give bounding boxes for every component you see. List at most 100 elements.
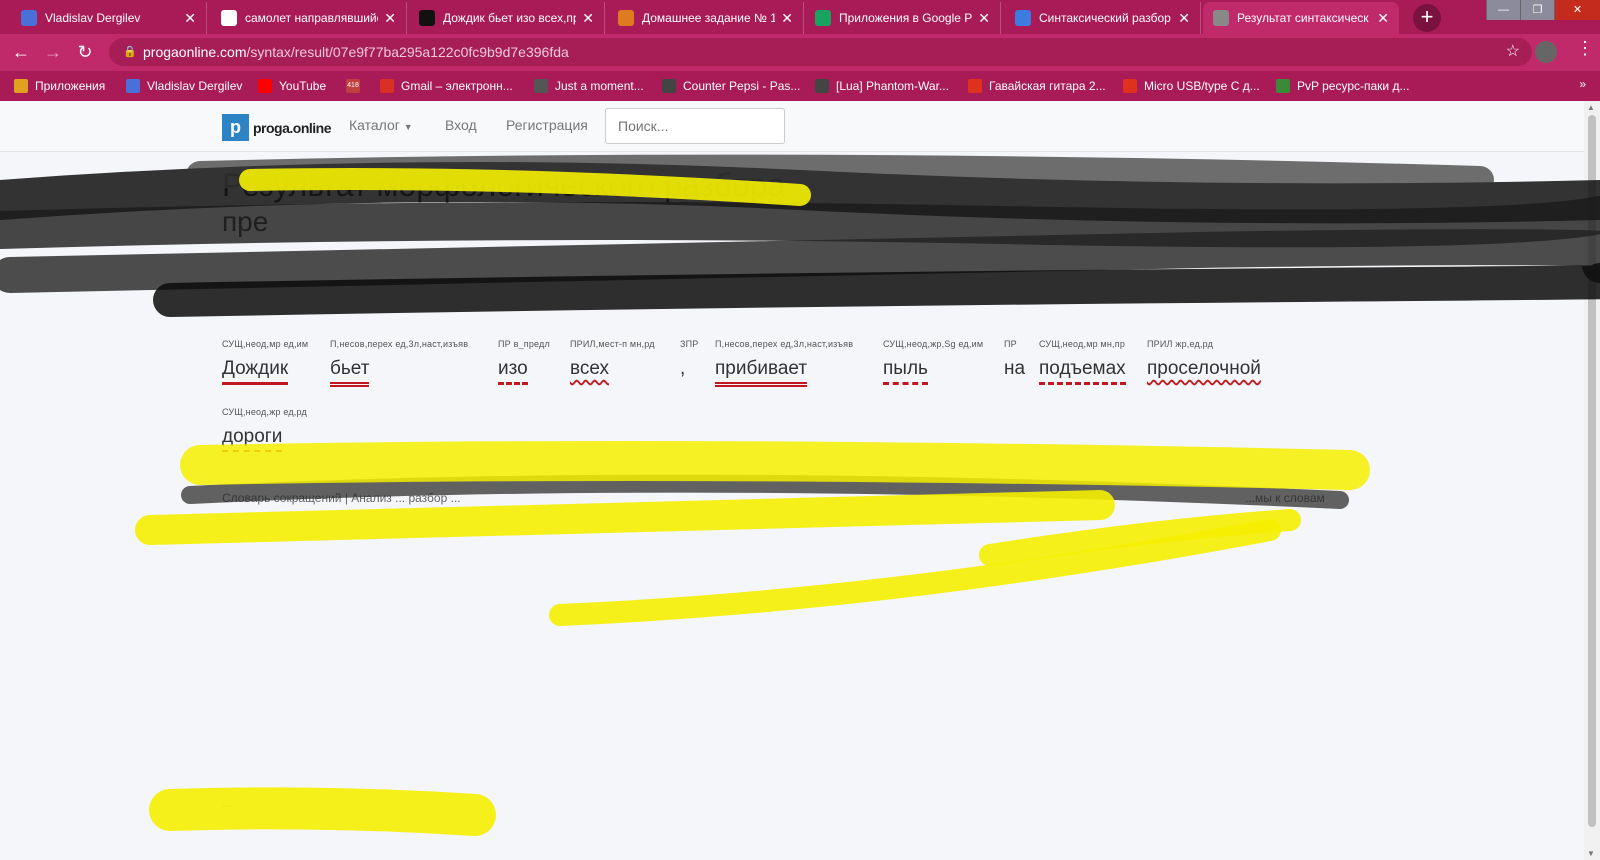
sentence-word: на	[1004, 358, 1026, 379]
bookmark-item[interactable]: Gmail – электронн...	[380, 71, 513, 101]
bookmark-item[interactable]: Counter Pepsi - Pas...	[662, 71, 800, 101]
logo-mark: p	[222, 114, 249, 141]
grid-icon	[815, 79, 829, 93]
bookmark-item[interactable]: Гавайская гитара 2...	[968, 71, 1106, 101]
bookmark-item[interactable]: YouTube	[258, 71, 326, 101]
word-analysis: СУЩ,неод,жр,Sg ед,им пыль	[883, 339, 983, 385]
bookmark-star-icon[interactable]: ☆	[1506, 38, 1520, 66]
search-input[interactable]	[605, 108, 785, 144]
grammar-tags: СУЩ,неод,жр ед,рд	[222, 407, 307, 417]
tab-close-icon[interactable]: ✕	[1377, 10, 1389, 27]
scrollbar-thumb[interactable]	[1588, 115, 1596, 827]
menu-register[interactable]: Регистрация	[506, 117, 588, 133]
scroll-down-icon[interactable]: ▼	[1587, 849, 1595, 858]
menu-catalog-label: Каталог	[349, 117, 400, 133]
tab-title: Результат синтаксическ	[1237, 11, 1369, 25]
grammar-tags: П,несов,перех ед,3л,наст,изъяв	[330, 339, 469, 349]
sentence-word: прибивает	[715, 358, 808, 387]
video-icon	[126, 79, 140, 93]
tab-close-icon[interactable]: ✕	[978, 10, 990, 27]
back-icon[interactable]: ←	[10, 42, 32, 63]
grammar-tags: ПР	[1004, 339, 1017, 349]
word-analysis: ПР на	[1004, 339, 1025, 382]
browser-tab[interactable]: Синтаксический разбор ✕	[1005, 2, 1201, 34]
grammar-tags: СУЩ,неод,мр ед,им	[222, 339, 309, 349]
more-bookmarks-icon[interactable]: »	[1579, 77, 1586, 91]
tab-close-icon[interactable]: ✕	[781, 10, 793, 27]
word-analysis: П,несов,перех ед,3л,наст,изъяв прибивает	[715, 339, 853, 387]
browser-tab[interactable]: Приложения в Google Pl ✕	[805, 2, 1001, 34]
lock-icon	[534, 79, 548, 93]
page-scrollbar[interactable]: ▲ ▼	[1584, 101, 1600, 860]
bookmark-label: Counter Pepsi - Pas...	[683, 79, 801, 93]
sentence-word: всех	[570, 358, 610, 379]
play-icon	[815, 10, 831, 26]
bookmarks-bar: Приложения Vladislav Dergilev YouTube 418 Gm…	[0, 71, 1600, 101]
new-tab-button[interactable]: +	[1413, 4, 1441, 32]
reload-icon[interactable]: ↻	[74, 42, 96, 63]
footer-right-text: ...мы к словам	[1245, 491, 1325, 505]
grammar-tags: СУЩ,неод,мр мн,пр	[1039, 339, 1126, 349]
tab-close-icon[interactable]: ✕	[1178, 10, 1190, 27]
word-analysis: СУЩ,неод,жр ед,рд дороги	[222, 407, 307, 452]
forward-icon[interactable]: →	[42, 42, 64, 63]
apps-icon	[14, 79, 28, 93]
browser-tab[interactable]: Домашнее задание № 12 ✕	[608, 2, 804, 34]
browser-tab[interactable]: Дождик бьет изо всех,пр ✕	[409, 2, 605, 34]
profile-avatar[interactable]	[1535, 41, 1557, 63]
bottom-text: ...	[222, 796, 233, 810]
browser-tab[interactable]: Результат синтаксическ ✕	[1203, 2, 1399, 34]
grammar-tags: ЗПР	[680, 339, 699, 349]
bookmark-item[interactable]: PvP ресурс-паки д...	[1276, 71, 1409, 101]
url-field[interactable]: 🔒 progaonline.com/syntax/result/07e9f77b…	[109, 38, 1532, 66]
grammar-tags: П,несов,перех ед,3л,наст,изъяв	[715, 339, 854, 349]
ali-icon	[968, 79, 982, 93]
word-analysis: ЗПР,	[680, 339, 699, 382]
grammar-tags: ПРИЛ,мест-п мн,рд	[570, 339, 655, 349]
minimize-icon[interactable]: —	[1486, 0, 1520, 20]
bookmark-label: [Lua] Phantom-War...	[836, 79, 949, 93]
url-host: progaonline.com	[143, 44, 247, 60]
sentence-word: подъемах	[1039, 358, 1126, 385]
bookmark-label: Приложения	[35, 79, 106, 93]
tab-close-icon[interactable]: ✕	[384, 10, 396, 27]
page-subtitle: пре	[222, 206, 269, 237]
tab-title: Синтаксический разбор	[1039, 11, 1171, 25]
tab-close-icon[interactable]: ✕	[184, 10, 196, 27]
bookmark-item[interactable]: Приложения	[14, 71, 105, 101]
word-analysis: ПРИЛ жр,ед,рд проселочной	[1147, 339, 1261, 382]
bookmark-item[interactable]: Just a moment...	[534, 71, 644, 101]
site-logo[interactable]: p proga.online	[222, 114, 332, 141]
menu-login[interactable]: Вход	[445, 117, 477, 133]
doc-icon	[618, 10, 634, 26]
restore-icon[interactable]: ❐	[1520, 0, 1554, 20]
youtube-icon	[258, 79, 272, 93]
close-window-icon[interactable]: ✕	[1554, 0, 1600, 20]
word-analysis: П,несов,перех ед,3л,наст,изъяв бьет	[330, 339, 468, 387]
bookmark-item[interactable]: [Lua] Phantom-War...	[815, 71, 949, 101]
tab-close-icon[interactable]: ✕	[582, 10, 594, 27]
bookmark-item[interactable]: Micro USB/type C д...	[1123, 71, 1260, 101]
grammar-tags: СУЩ,неод,жр,Sg ед,им	[883, 339, 984, 349]
bookmark-item[interactable]: Vladislav Dergilev	[126, 71, 242, 101]
sentence-word: Дождик	[222, 358, 289, 385]
video-icon	[21, 10, 37, 26]
footer-links[interactable]: Словарь сокращений | Анализ ... разбор .…	[222, 491, 461, 505]
k-icon	[1015, 10, 1031, 26]
z-icon	[419, 10, 435, 26]
browser-tab[interactable]: самолет направлявшийся ✕	[211, 2, 407, 34]
menu-kebab-icon[interactable]: ⋮	[1576, 38, 1594, 59]
calendar-icon: 418	[346, 79, 360, 93]
web-page: p proga.online Каталог ▼ Вход Регистраци…	[0, 101, 1584, 860]
bookmark-item[interactable]: 418	[346, 71, 367, 101]
lock-icon[interactable]: 🔒	[123, 38, 137, 66]
site-navbar: p proga.online Каталог ▼ Вход Регистраци…	[0, 101, 1584, 152]
menu-catalog[interactable]: Каталог ▼	[349, 117, 413, 133]
browser-tab[interactable]: Vladislav Dergilev ✕	[11, 2, 207, 34]
url-path: /syntax/result/07e9f77ba295a122c0fc9b9d7…	[246, 44, 569, 60]
sentence-word: дороги	[222, 426, 283, 452]
scroll-up-icon[interactable]: ▲	[1587, 103, 1595, 112]
window-controls: — ❐ ✕	[1486, 0, 1600, 20]
grid-icon	[662, 79, 676, 93]
tab-title: Домашнее задание № 12	[642, 11, 776, 25]
